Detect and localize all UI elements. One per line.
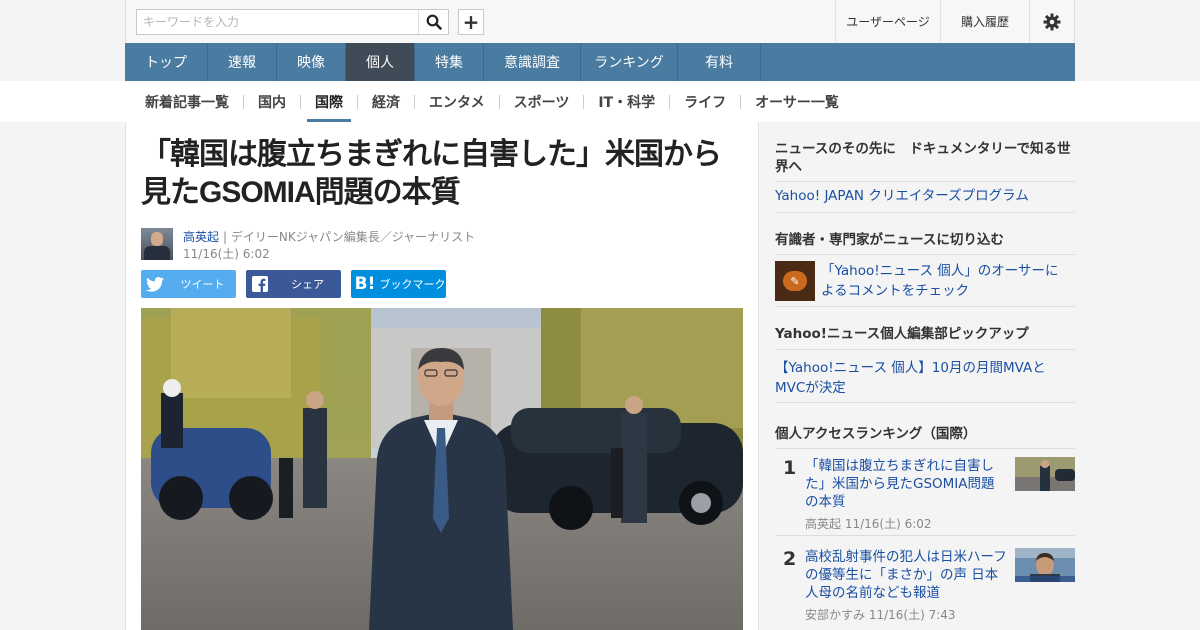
ranking-item-meta: 高英起 11/16(土) 6:02 — [805, 515, 932, 532]
ranking-item-title[interactable]: 高校乱射事件の犯人は日米ハーフの優等生に「まさか」の声 日本人母の名前なども報道 — [805, 548, 1007, 602]
tweet-label: ツイート — [180, 278, 225, 291]
divider — [243, 94, 244, 109]
subnav-item-it-science[interactable]: IT・科学 — [590, 81, 663, 122]
add-button[interactable]: + — [458, 9, 484, 35]
nav-item-individual[interactable]: 個人 — [346, 43, 415, 81]
divider — [669, 94, 671, 109]
article-main: 「韓国は腹立ちまぎれに自害した」米国から見たGSOMIA問題の本質 高英起 | … — [125, 122, 759, 630]
hatena-icon: B! — [354, 274, 376, 294]
top-bar: + ユーザーページ 購入履歴 — [0, 0, 1200, 43]
author-role: | デイリーNKジャパン編集長／ジャーナリスト — [223, 230, 476, 244]
nav-item-survey[interactable]: 意識調査 — [484, 43, 581, 81]
nav-item-paid[interactable]: 有料 — [678, 43, 761, 81]
creators-program-link[interactable]: Yahoo! JAPAN クリエイターズプログラム — [775, 186, 1029, 206]
ranking-item-author: 高英起 — [805, 517, 842, 531]
ranking-item-author: 安部かすみ — [805, 608, 866, 622]
divider — [775, 402, 1075, 403]
comment-bubble-icon: ✎ — [783, 271, 807, 291]
plus-icon: + — [462, 10, 480, 34]
sidebar: ニュースのその先に ドキュメンタリーで知る世界へ Yahoo! JAPAN クリ… — [759, 122, 1075, 630]
rank-number: 1 — [783, 457, 797, 479]
settings-button[interactable] — [1029, 0, 1074, 43]
divider — [775, 181, 1075, 182]
sub-nav: 新着記事一覧 国内 国際 経済 エンタメ スポーツ IT・科学 ライフ オーサー… — [125, 81, 1075, 122]
nav-item-breaking[interactable]: 速報 — [208, 43, 277, 81]
divider — [775, 349, 1075, 350]
post-date: 11/16(土) 6:02 — [183, 247, 270, 261]
pickup-link[interactable]: 【Yahoo!ニュース 個人】10月の月間MVAとMVCが決定 — [775, 358, 1065, 398]
pickup-heading: Yahoo!ニュース個人編集部ピックアップ — [775, 326, 1029, 342]
hatena-bookmark-label: ブックマーク — [379, 278, 446, 291]
divider — [775, 306, 1075, 307]
subnav-item-authors[interactable]: オーサー一覧 — [747, 81, 847, 122]
top-bar-inner: + ユーザーページ 購入履歴 — [125, 0, 1075, 43]
nav-item-top[interactable]: トップ — [125, 43, 208, 81]
ranking-item-date: 11/16(土) 7:43 — [868, 608, 956, 622]
rank-number: 2 — [783, 548, 797, 570]
subnav-item-latest[interactable]: 新着記事一覧 — [137, 81, 237, 122]
divider — [414, 94, 415, 109]
ranking-heading: 個人アクセスランキング（国際） — [775, 426, 977, 442]
search-button[interactable] — [418, 10, 448, 34]
divider — [583, 94, 585, 109]
main-nav: トップ 速報 映像 個人 特集 意識調査 ランキング 有料 — [125, 43, 1075, 81]
facebook-icon — [246, 270, 274, 298]
search-icon — [426, 14, 442, 30]
author-comments-link[interactable]: 「Yahoo!ニュース 個人」のオーサーによるコメントをチェック — [821, 261, 1071, 301]
search-input[interactable] — [137, 10, 418, 34]
author-name-link[interactable]: 高英起 — [183, 228, 219, 245]
ranking-item-thumbnail[interactable] — [1015, 548, 1075, 582]
subnav-item-international[interactable]: 国際 — [307, 81, 351, 122]
nav-item-features[interactable]: 特集 — [415, 43, 484, 81]
subnav-item-life[interactable]: ライフ — [676, 81, 734, 122]
divider — [740, 94, 742, 109]
article-photo — [141, 308, 743, 630]
search-box — [136, 9, 449, 35]
ranking-item-meta: 安部かすみ 11/16(土) 7:43 — [805, 606, 956, 623]
gear-icon — [1043, 13, 1061, 30]
subnav-item-sports[interactable]: スポーツ — [506, 81, 578, 122]
hatena-bookmark-button[interactable]: B! ブックマーク — [351, 270, 446, 298]
divider — [775, 254, 1075, 255]
article-title: 「韓国は腹立ちまぎれに自害した」米国から見たGSOMIA問題の本質 — [141, 138, 722, 209]
divider — [300, 94, 301, 109]
divider — [775, 212, 1075, 213]
nav-item-ranking[interactable]: ランキング — [581, 43, 678, 81]
divider — [775, 448, 1075, 449]
ranking-item-date: 11/16(土) 6:02 — [844, 517, 932, 531]
facebook-share-label: シェア — [291, 278, 324, 291]
subnav-item-economy[interactable]: 経済 — [364, 81, 408, 122]
ranking-item-title[interactable]: 「韓国は腹立ちまぎれに自害した」米国から見たGSOMIA問題の本質 — [805, 457, 1007, 511]
promo-heading: ニュースのその先に ドキュメンタリーで知る世界へ — [775, 141, 1071, 175]
divider — [357, 94, 358, 109]
experts-heading: 有識者・専門家がニュースに切り込む — [775, 232, 1004, 248]
subnav-item-domestic[interactable]: 国内 — [250, 81, 294, 122]
article-photo-image — [141, 308, 743, 630]
twitter-icon — [141, 270, 169, 298]
facebook-share-button[interactable]: シェア — [246, 270, 341, 298]
subnav-item-entertainment[interactable]: エンタメ — [421, 81, 493, 122]
author-avatar[interactable] — [141, 228, 173, 260]
nav-item-video[interactable]: 映像 — [277, 43, 346, 81]
divider — [775, 535, 1075, 536]
top-links: ユーザーページ 購入履歴 — [835, 0, 1074, 43]
sub-nav-bar: 新着記事一覧 国内 国際 経済 エンタメ スポーツ IT・科学 ライフ オーサー… — [0, 81, 1200, 122]
tweet-button[interactable]: ツイート — [141, 270, 236, 298]
comment-thumbnail[interactable]: ✎ — [775, 261, 815, 301]
divider — [498, 94, 500, 109]
ranking-item-thumbnail[interactable] — [1015, 457, 1075, 491]
user-page-link[interactable]: ユーザーページ — [835, 0, 940, 43]
purchase-history-link[interactable]: 購入履歴 — [940, 0, 1029, 43]
